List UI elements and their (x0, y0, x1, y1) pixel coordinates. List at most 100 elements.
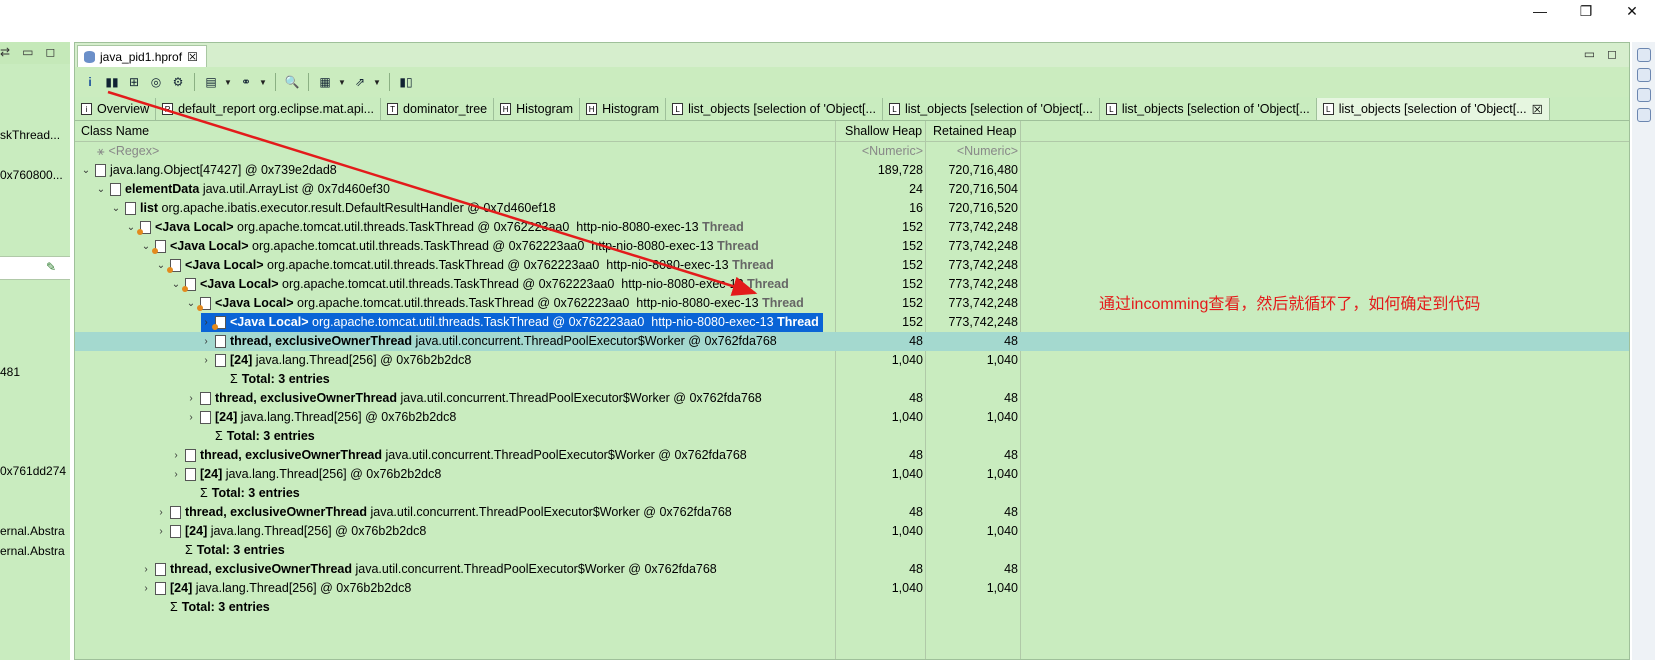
total-row[interactable]: Σ Total: 3 entries (75, 370, 1629, 389)
collapse-icon[interactable]: ⌄ (126, 218, 136, 237)
minimize-view-icon[interactable]: ▭ (22, 45, 33, 59)
minimize-button[interactable]: — (1517, 0, 1563, 22)
tab-list-objects[interactable]: Llist_objects [selection of 'Object[... (883, 98, 1100, 120)
table-row[interactable]: › thread, exclusiveOwnerThread java.util.… (75, 446, 1629, 465)
thread-overview-icon[interactable]: ⚙ (169, 73, 187, 91)
tab-histogram[interactable]: H Histogram (580, 98, 667, 120)
total-row[interactable]: Σ Total: 3 entries (75, 598, 1629, 617)
calculate-retained-icon[interactable]: ▮▯ (397, 73, 415, 91)
table-row[interactable]: › [24] java.lang.Thread[256] @ 0x76b2b2dc… (75, 408, 1629, 427)
table-row[interactable]: › thread, exclusiveOwnerThread java.util.… (75, 560, 1629, 579)
left-view-controls[interactable]: ⇄ ▭ ◻ (0, 45, 55, 59)
histogram-icon[interactable]: ▮▮ (103, 73, 121, 91)
view-icon[interactable] (1636, 48, 1651, 62)
collapse-icon[interactable]: ⌄ (111, 199, 121, 218)
restore-button[interactable]: ❐ (1563, 0, 1609, 22)
heap-dump-editor: java_pid1.hprof ☒ ▭ ◻ i ▮▮ ⊞ ◎ ⚙ ▤ ▼ ⚭ ▼… (74, 42, 1630, 660)
query-browser-icon[interactable]: ⚭ (237, 73, 255, 91)
field-name: <Java Local> (185, 258, 264, 272)
collapse-icon[interactable]: ⌄ (81, 161, 91, 180)
expand-icon[interactable]: › (186, 408, 196, 427)
expand-icon[interactable]: › (171, 446, 181, 465)
chevron-down-icon[interactable]: ▼ (373, 78, 382, 87)
total-row[interactable]: Σ Total: 3 entries (75, 427, 1629, 446)
table-row[interactable]: ⌄ <Java Local> org.apache.tomcat.util.thr… (75, 256, 1629, 275)
close-button[interactable]: ✕ (1609, 0, 1655, 22)
expand-icon[interactable]: › (201, 332, 211, 351)
retained-heap-value: 773,742,248 (948, 239, 1018, 253)
tab-dominator-tree[interactable]: Tdominator_tree (381, 98, 495, 120)
expand-icon[interactable]: › (201, 313, 211, 332)
retained-heap-value: 48 (1004, 391, 1018, 405)
tab-overview[interactable]: i Overview (75, 98, 157, 120)
expand-icon[interactable]: › (186, 389, 196, 408)
view-icon[interactable] (1636, 108, 1651, 122)
left-view-filter-bar[interactable]: ✎ (0, 256, 70, 280)
maximize-view-icon[interactable]: ◻ (45, 45, 55, 59)
expand-icon[interactable]: › (156, 503, 166, 522)
expand-icon[interactable]: › (141, 560, 151, 579)
table-row[interactable]: › [24] java.lang.Thread[256] @ 0x76b2b2dc… (75, 465, 1629, 484)
view-icon[interactable] (1636, 88, 1651, 102)
collapse-icon[interactable]: ⌄ (141, 237, 151, 256)
run-report-icon[interactable]: ▤ (202, 73, 220, 91)
collapse-icon[interactable]: ⌄ (171, 275, 181, 294)
tab-histogram[interactable]: H Histogram (494, 98, 581, 120)
column-shallow-heap[interactable]: Shallow Heap (845, 124, 922, 138)
table-row[interactable]: › thread, exclusiveOwnerThread java.util.… (75, 332, 1629, 351)
table-row[interactable]: ⌄ java.lang.Object[47427] @ 0x739e2dad8 18… (75, 161, 1629, 180)
total-row[interactable]: Σ Total: 3 entries (75, 541, 1629, 560)
overview-icon[interactable]: i (81, 73, 99, 91)
table-row[interactable]: ⌄ list org.apache.ibatis.executor.result.… (75, 199, 1629, 218)
table-row[interactable]: › thread, exclusiveOwnerThread java.util.… (75, 389, 1629, 408)
sync-icon[interactable]: ⇄ (0, 45, 10, 59)
maximize-view-icon[interactable]: ◻ (1607, 47, 1617, 61)
group-by-icon[interactable]: ▦ (316, 73, 334, 91)
expand-icon[interactable]: › (141, 579, 151, 598)
table-row[interactable]: › [24] java.lang.Thread[256] @ 0x76b2b2dc… (75, 351, 1629, 370)
chevron-down-icon[interactable]: ▼ (259, 78, 268, 87)
table-row[interactable]: ⌄ elementData java.util.ArrayList @ 0x7d4… (75, 180, 1629, 199)
chevron-down-icon[interactable]: ▼ (338, 78, 347, 87)
column-retained-heap[interactable]: Retained Heap (933, 124, 1016, 138)
tab-list-objects-active[interactable]: Llist_objects [selection of 'Object[... ☒ (1316, 98, 1550, 120)
expand-icon[interactable]: › (171, 465, 181, 484)
table-row[interactable]: › [24] java.lang.Thread[256] @ 0x76b2b2dc… (75, 579, 1629, 598)
tab-default-report[interactable]: Rdefault_report org.eclipse.mat.api... (156, 98, 382, 120)
collapse-icon[interactable]: ⌄ (186, 294, 196, 313)
pin-icon[interactable]: ✎ (46, 260, 56, 274)
sum-icon: Σ (200, 486, 208, 500)
regex-filter-row[interactable]: ⚹ <Regex> <Numeric> <Numeric> (75, 142, 1629, 161)
export-icon[interactable]: ⇗ (351, 73, 369, 91)
tab-list-objects[interactable]: Llist_objects [selection of 'Object[... (666, 98, 883, 120)
view-icon[interactable] (1636, 68, 1651, 82)
tab-list-objects[interactable]: Llist_objects [selection of 'Object[... (1100, 98, 1317, 120)
expand-icon[interactable]: › (156, 522, 166, 541)
search-icon[interactable]: 🔍 (283, 73, 301, 91)
close-tab-icon[interactable]: ☒ (1532, 102, 1543, 117)
shallow-filter[interactable]: <Numeric> (835, 142, 923, 161)
sum-icon: Σ (170, 600, 178, 614)
collapse-icon[interactable]: ⌄ (156, 256, 166, 275)
table-row[interactable]: ⌄ <Java Local> org.apache.tomcat.util.thr… (75, 218, 1629, 237)
retained-filter[interactable]: <Numeric> (925, 142, 1018, 161)
table-row[interactable]: › [24] java.lang.Thread[256] @ 0x76b2b2dc… (75, 522, 1629, 541)
column-class-name[interactable]: Class Name (81, 124, 149, 138)
object-icon (110, 183, 121, 196)
expand-icon[interactable]: › (201, 351, 211, 370)
dominator-tree-icon[interactable]: ⊞ (125, 73, 143, 91)
minimize-view-icon[interactable]: ▭ (1584, 47, 1595, 61)
field-name: [24] (215, 410, 238, 424)
chevron-down-icon[interactable]: ▼ (224, 78, 233, 87)
collapse-icon[interactable]: ⌄ (96, 180, 106, 199)
tab-label: java_pid1.hprof (100, 49, 183, 64)
total-row[interactable]: Σ Total: 3 entries (75, 484, 1629, 503)
table-row[interactable]: ⌄ <Java Local> org.apache.tomcat.util.thr… (75, 237, 1629, 256)
table-row[interactable]: › <Java Local> org.apache.tomcat.util.thr… (75, 313, 1629, 332)
gc-root-object-icon (152, 240, 166, 254)
sum-icon: Σ (185, 543, 193, 557)
table-row[interactable]: › thread, exclusiveOwnerThread java.util.… (75, 503, 1629, 522)
close-tab-icon[interactable]: ☒ (187, 50, 198, 64)
tab-java-pid1-hprof[interactable]: java_pid1.hprof ☒ (77, 45, 207, 67)
oql-icon[interactable]: ◎ (147, 73, 165, 91)
